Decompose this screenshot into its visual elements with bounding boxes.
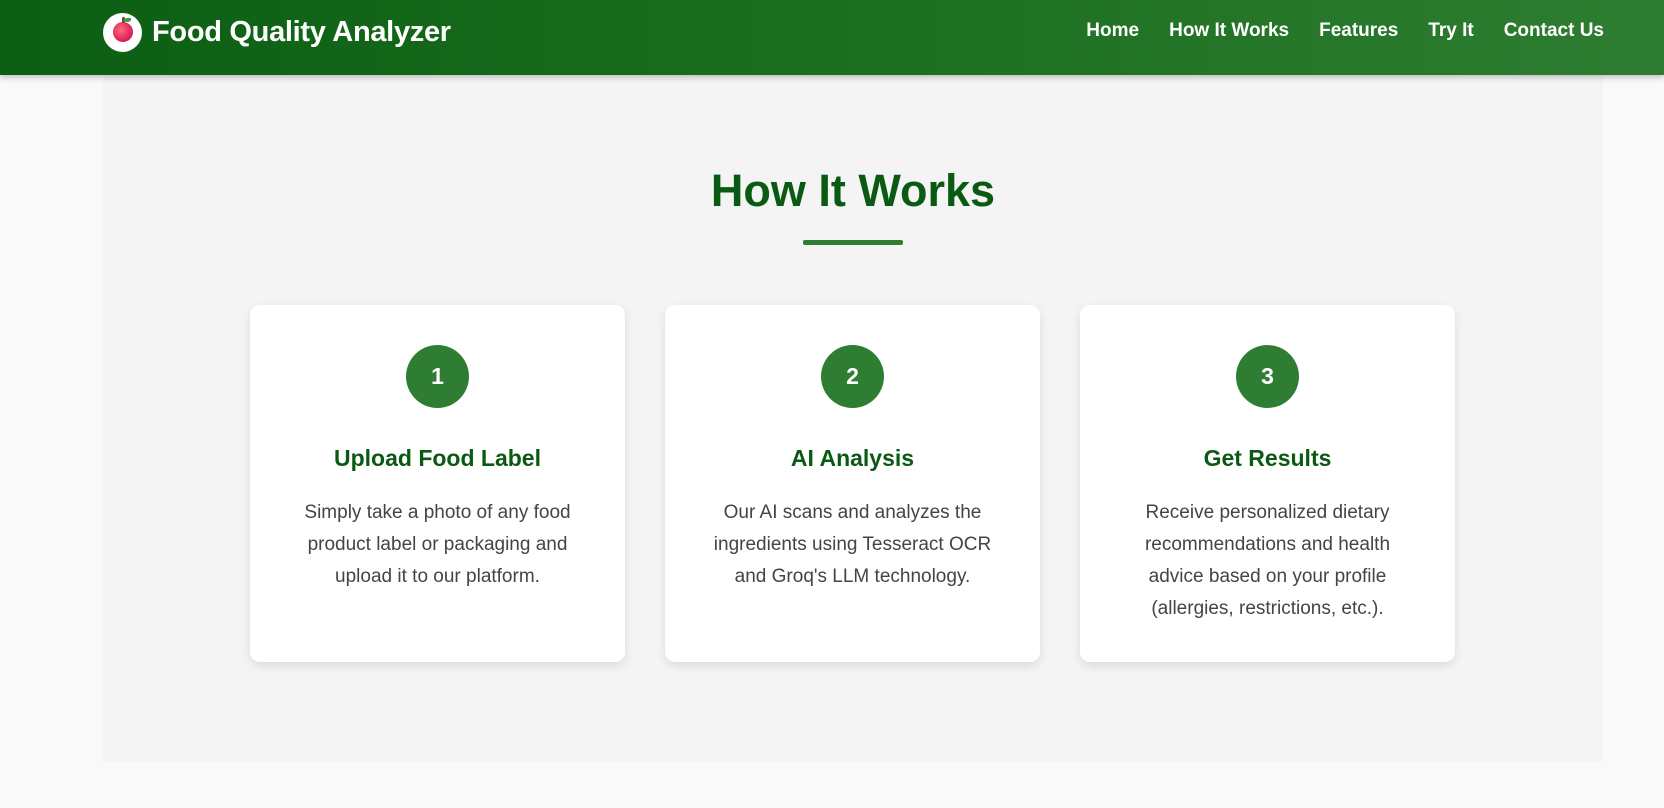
nav-how-it-works-link[interactable]: How It Works <box>1169 20 1289 42</box>
brand[interactable]: Food Quality Analyzer <box>103 12 451 52</box>
step-title: Get Results <box>1203 445 1332 471</box>
logo <box>103 12 142 52</box>
step-description: Our AI scans and analyzes the ingredient… <box>713 502 992 587</box>
step-number-badge: 3 <box>1236 345 1299 408</box>
nav-try-it-link[interactable]: Try It <box>1428 20 1473 42</box>
step-number-badge: 1 <box>406 345 469 408</box>
brand-title: Food Quality Analyzer <box>152 15 451 48</box>
step-card-results: 3 Get Results Receive personalized dieta… <box>1080 305 1455 662</box>
step-card-analysis: 2 AI Analysis Our AI scans and analyzes … <box>665 305 1040 662</box>
title-underline <box>803 240 903 245</box>
step-description: Receive personalized dietary recommendat… <box>1144 502 1391 619</box>
step-description: Simply take a photo of any food product … <box>304 502 571 587</box>
step-card-upload: 1 Upload Food Label Simply take a photo … <box>250 305 625 662</box>
nav-contact-us-link[interactable]: Contact Us <box>1504 20 1604 42</box>
section-title: How It Works <box>710 165 996 216</box>
nav-menu: Home How It Works Features Try It Contac… <box>1086 20 1604 42</box>
how-it-works-section: How It Works 1 Upload Food Label Simply … <box>103 75 1603 762</box>
nav-home-link[interactable]: Home <box>1086 20 1139 42</box>
apple-icon <box>112 17 133 42</box>
nav-features-link[interactable]: Features <box>1319 20 1398 42</box>
step-title: AI Analysis <box>790 445 915 471</box>
top-navbar: Food Quality Analyzer Home How It Works … <box>0 0 1664 75</box>
step-number-badge: 2 <box>821 345 884 408</box>
step-title: Upload Food Label <box>334 445 541 471</box>
